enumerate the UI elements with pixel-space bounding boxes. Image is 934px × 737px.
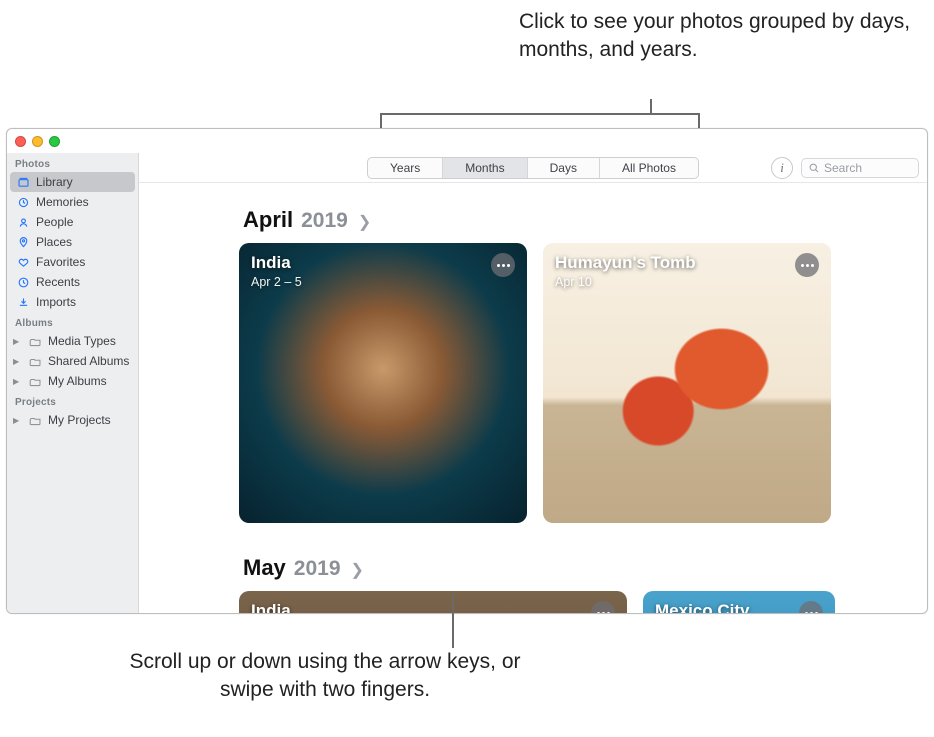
sidebar-heading-projects: Projects [7,391,138,410]
chevron-right-icon: ❯ [351,560,364,580]
sidebar-item-shared-albums[interactable]: ▶ Shared Albums [7,351,138,371]
card-title: Humayun's Tomb [555,253,696,273]
sidebar-item-label: People [36,215,73,229]
card-subtitle: Apr 2 – 5 [251,275,302,289]
months-grid[interactable]: April 2019 ❯ India Apr 2 – 5 [139,183,927,613]
info-button[interactable]: i [771,157,793,179]
month-heading-april[interactable]: April 2019 ❯ [243,207,901,233]
tab-months[interactable]: Months [443,158,527,178]
sidebar-item-memories[interactable]: Memories [7,192,138,212]
people-icon [17,216,30,229]
view-segmented-control: Years Months Days All Photos [367,157,699,179]
month-card-mexico[interactable]: Mexico City Apr 30 – May 1 [643,591,835,613]
minimize-window-button[interactable] [32,136,43,147]
sidebar-item-label: Recents [36,275,80,289]
recents-icon [17,276,30,289]
toolbar: Years Months Days All Photos i Search [139,153,927,183]
sidebar-item-favorites[interactable]: Favorites [7,252,138,272]
search-icon [808,162,820,174]
sidebar-item-label: Places [36,235,72,249]
disclosure-chevron-icon: ▶ [13,377,21,386]
disclosure-chevron-icon: ▶ [13,357,21,366]
sidebar-heading-photos: Photos [7,153,138,172]
callout-connector-top [380,99,700,129]
year-label: 2019 [301,209,348,233]
sidebar-item-label: My Projects [48,413,111,427]
sidebar-item-imports[interactable]: Imports [7,292,138,312]
folder-icon [29,355,42,368]
sidebar-item-places[interactable]: Places [7,232,138,252]
tab-days[interactable]: Days [528,158,600,178]
card-more-button[interactable] [591,601,615,613]
imports-icon [17,296,30,309]
library-icon [17,176,30,189]
sidebar: Photos Library Memories People [7,153,139,613]
sidebar-item-library[interactable]: Library [10,172,135,192]
sidebar-item-label: My Albums [48,374,107,388]
card-title: Mexico City [655,601,749,613]
year-label: 2019 [294,557,341,581]
sidebar-heading-albums: Albums [7,312,138,331]
places-icon [17,236,30,249]
disclosure-chevron-icon: ▶ [13,337,21,346]
callout-connector-bottom [452,594,454,648]
info-icon: i [780,160,784,176]
card-title: India [251,601,319,613]
card-more-button[interactable] [491,253,515,277]
search-placeholder: Search [824,161,862,175]
month-card-humayun[interactable]: Humayun's Tomb Apr 10 [543,243,831,523]
month-card-india-may[interactable]: India May 10 – 11 [239,591,627,613]
card-more-button[interactable] [795,253,819,277]
card-subtitle: Apr 10 [555,275,696,289]
folder-icon [29,414,42,427]
sidebar-item-label: Imports [36,295,76,309]
sidebar-item-label: Media Types [48,334,116,348]
sidebar-item-recents[interactable]: Recents [7,272,138,292]
memories-icon [17,196,30,209]
window-titlebar [7,129,927,153]
folder-icon [29,335,42,348]
callout-text-top: Click to see your photos grouped by days… [519,8,934,65]
sidebar-item-media-types[interactable]: ▶ Media Types [7,331,138,351]
folder-icon [29,375,42,388]
photos-app-window: Photos Library Memories People [6,128,928,614]
sidebar-item-people[interactable]: People [7,212,138,232]
sidebar-item-label: Favorites [36,255,85,269]
close-window-button[interactable] [15,136,26,147]
card-more-button[interactable] [799,601,823,613]
tab-years[interactable]: Years [368,158,443,178]
sidebar-item-my-projects[interactable]: ▶ My Projects [7,410,138,430]
sidebar-item-my-albums[interactable]: ▶ My Albums [7,371,138,391]
chevron-right-icon: ❯ [358,212,371,232]
callout-text-bottom: Scroll up or down using the arrow keys, … [100,648,550,705]
sidebar-item-label: Library [36,175,73,189]
disclosure-chevron-icon: ▶ [13,416,21,425]
card-title: India [251,253,302,273]
fullscreen-window-button[interactable] [49,136,60,147]
favorites-icon [17,256,30,269]
month-card-india-apr[interactable]: India Apr 2 – 5 [239,243,527,523]
sidebar-item-label: Memories [36,195,89,209]
sidebar-item-label: Shared Albums [48,354,129,368]
month-heading-may[interactable]: May 2019 ❯ [243,555,901,581]
main-pane: Years Months Days All Photos i Search Ap… [139,153,927,613]
month-label: May [243,555,286,581]
tab-all-photos[interactable]: All Photos [600,158,698,178]
month-label: April [243,207,293,233]
search-field[interactable]: Search [801,158,919,178]
